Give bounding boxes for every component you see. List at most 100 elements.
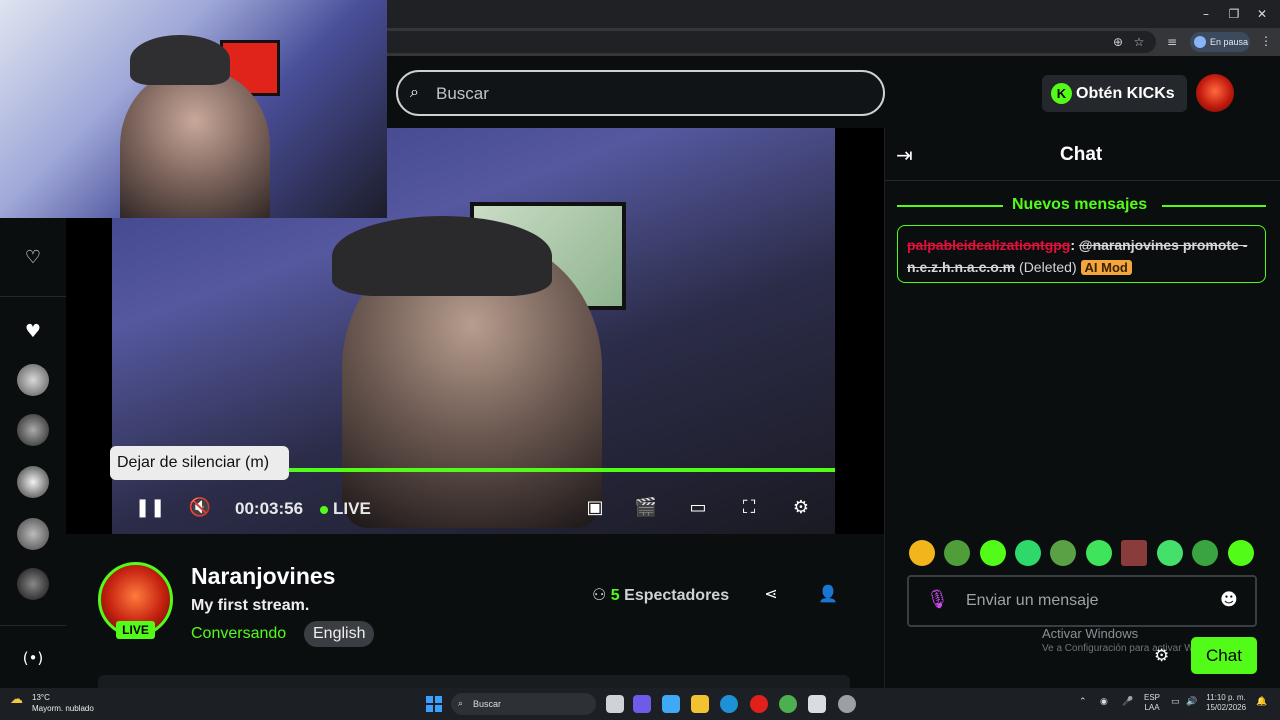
- chat-app-icon[interactable]: [633, 695, 651, 713]
- zoom-icon[interactable]: ⊕: [1110, 34, 1126, 50]
- live-indicator[interactable]: LIVE: [320, 499, 371, 519]
- stream-category[interactable]: Conversando: [191, 625, 286, 643]
- input-language-top: ESP: [1144, 693, 1161, 702]
- app-icon[interactable]: [838, 695, 856, 713]
- search-placeholder: Buscar: [436, 84, 489, 103]
- taskbar-search-icon: ⌕: [458, 699, 464, 709]
- emote-icon[interactable]: [909, 540, 935, 566]
- chat-input-placeholder: Enviar un mensaje: [966, 592, 1099, 609]
- send-chat-button[interactable]: Chat: [1191, 637, 1257, 674]
- minimize-icon[interactable]: –: [1198, 6, 1214, 22]
- microphone-icon[interactable]: 🎙: [926, 589, 949, 610]
- copilot-icon[interactable]: [662, 695, 680, 713]
- clip-icon[interactable]: 🎬: [633, 495, 659, 521]
- network-icon[interactable]: ▭: [1171, 697, 1180, 707]
- following-heart-icon[interactable]: ♡: [16, 241, 50, 275]
- weather-widget[interactable]: ☁ 13°C Mayorm. nublado: [10, 692, 94, 714]
- restore-icon[interactable]: ❐: [1226, 6, 1242, 22]
- language-tag[interactable]: English: [304, 621, 375, 647]
- ai-mod-badge: AI Mod: [1080, 260, 1132, 275]
- mini-player-icon[interactable]: ▣: [582, 495, 608, 521]
- search-input[interactable]: ⌕ Buscar: [396, 70, 885, 116]
- theater-mode-icon[interactable]: ▭: [685, 495, 711, 521]
- sidebar-channel-avatar[interactable]: [17, 568, 49, 600]
- media-control-icon[interactable]: ≡: [1164, 34, 1180, 50]
- temperature: 13°C: [32, 693, 50, 702]
- emoji-picker-icon[interactable]: ☻: [1220, 590, 1238, 610]
- followed-channels-heart-icon[interactable]: ♥: [16, 315, 50, 349]
- get-kicks-label: Obtén KICKs: [1076, 85, 1175, 102]
- weather-cloud-icon: ☁: [10, 692, 23, 707]
- webcam-streamer-figure: [120, 70, 270, 218]
- muted-speaker-icon[interactable]: 🔇: [187, 495, 213, 521]
- unmute-tooltip: Dejar de silenciar (m): [110, 446, 289, 480]
- new-messages-label[interactable]: Nuevos mensajes: [1012, 196, 1147, 214]
- notification-bell-icon[interactable]: 🔔: [1256, 697, 1267, 707]
- emote-icon[interactable]: [1157, 540, 1183, 566]
- tray-app-icon[interactable]: ◉: [1100, 697, 1108, 707]
- tray-mic-icon[interactable]: 🎤: [1122, 697, 1133, 707]
- profile-avatar-icon: [1194, 36, 1206, 48]
- browser-menu-icon[interactable]: ⋮: [1260, 34, 1272, 48]
- new-messages-divider: [897, 205, 1003, 207]
- kicks-logo-icon: K: [1051, 83, 1072, 104]
- input-language[interactable]: ESP LAA: [1144, 693, 1160, 713]
- streamer-cap: [332, 216, 552, 296]
- taskbar-search[interactable]: ⌕ Buscar: [451, 693, 596, 715]
- windows-start-icon[interactable]: [426, 696, 442, 712]
- below-stream-panel: [98, 675, 850, 688]
- profile-paused-chip[interactable]: En pausa: [1190, 32, 1250, 52]
- paused-label: En pausa: [1210, 37, 1249, 47]
- share-icon[interactable]: ⋖: [761, 584, 781, 604]
- clock-time: 11:10 p. m.: [1206, 693, 1246, 702]
- get-kicks-button[interactable]: K Obtén KICKs: [1042, 75, 1187, 112]
- emote-icon[interactable]: [1228, 540, 1254, 566]
- webcam-cap: [130, 35, 230, 85]
- emote-icon[interactable]: [1192, 540, 1218, 566]
- emote-icon[interactable]: [980, 540, 1006, 566]
- weather-condition: Mayorm. nublado: [32, 704, 94, 713]
- chat-username[interactable]: palpableidealizationtgpg: [907, 237, 1070, 253]
- store-app-icon[interactable]: [808, 695, 826, 713]
- sidebar-channel-avatar[interactable]: [17, 466, 49, 498]
- edge-browser-icon[interactable]: [720, 695, 738, 713]
- chrome-browser-icon[interactable]: [779, 695, 797, 713]
- system-clock[interactable]: 11:10 p. m. 15/02/2026: [1206, 693, 1246, 713]
- emote-icon[interactable]: [944, 540, 970, 566]
- sidebar-channel-avatar[interactable]: [17, 414, 49, 446]
- user-avatar[interactable]: [1196, 74, 1234, 112]
- opera-browser-icon[interactable]: [750, 695, 768, 713]
- tray-overflow-icon[interactable]: ⌃: [1079, 697, 1087, 707]
- taskbar-search-label: Buscar: [473, 699, 502, 709]
- live-indicator-label: LIVE: [333, 499, 371, 518]
- sidebar-channel-avatar[interactable]: [17, 518, 49, 550]
- elapsed-time: 00:03:56: [235, 499, 304, 518]
- file-explorer-icon[interactable]: [691, 695, 709, 713]
- volume-icon[interactable]: 🔊: [1186, 697, 1197, 707]
- task-view-icon[interactable]: [606, 695, 624, 713]
- new-messages-divider: [1162, 205, 1266, 207]
- windows-activation-title: Activar Windows: [1042, 626, 1139, 641]
- settings-gear-icon[interactable]: ⚙: [788, 495, 814, 521]
- emote-icon[interactable]: [1086, 540, 1112, 566]
- clock-date: 15/02/2026: [1206, 703, 1247, 712]
- viewer-count-number: 5: [610, 587, 620, 604]
- live-badge: LIVE: [116, 621, 155, 639]
- sidebar-channel-avatar[interactable]: [17, 364, 49, 396]
- emote-icon[interactable]: [1121, 540, 1147, 566]
- close-icon[interactable]: ✕: [1254, 6, 1270, 22]
- fullscreen-icon[interactable]: ⛶: [736, 495, 762, 521]
- live-dot-icon: [320, 505, 328, 514]
- streamer-name[interactable]: Naranjovines: [191, 563, 335, 590]
- chat-settings-gear-icon[interactable]: ⚙: [1154, 646, 1169, 666]
- address-bar[interactable]: [386, 31, 1156, 53]
- chat-message[interactable]: palpableidealizationtgpg: @naranjovines …: [897, 225, 1266, 283]
- follow-user-icon[interactable]: 👤: [818, 584, 838, 604]
- emote-icon[interactable]: [1050, 540, 1076, 566]
- pause-icon[interactable]: ❚❚: [135, 495, 165, 521]
- emote-icon[interactable]: [1015, 540, 1041, 566]
- collapse-chat-icon[interactable]: ⇥: [896, 143, 913, 167]
- bookmark-star-icon[interactable]: ☆: [1131, 34, 1147, 50]
- live-broadcast-icon[interactable]: (•): [16, 641, 50, 675]
- viewer-count-label: Espectadores: [624, 587, 730, 604]
